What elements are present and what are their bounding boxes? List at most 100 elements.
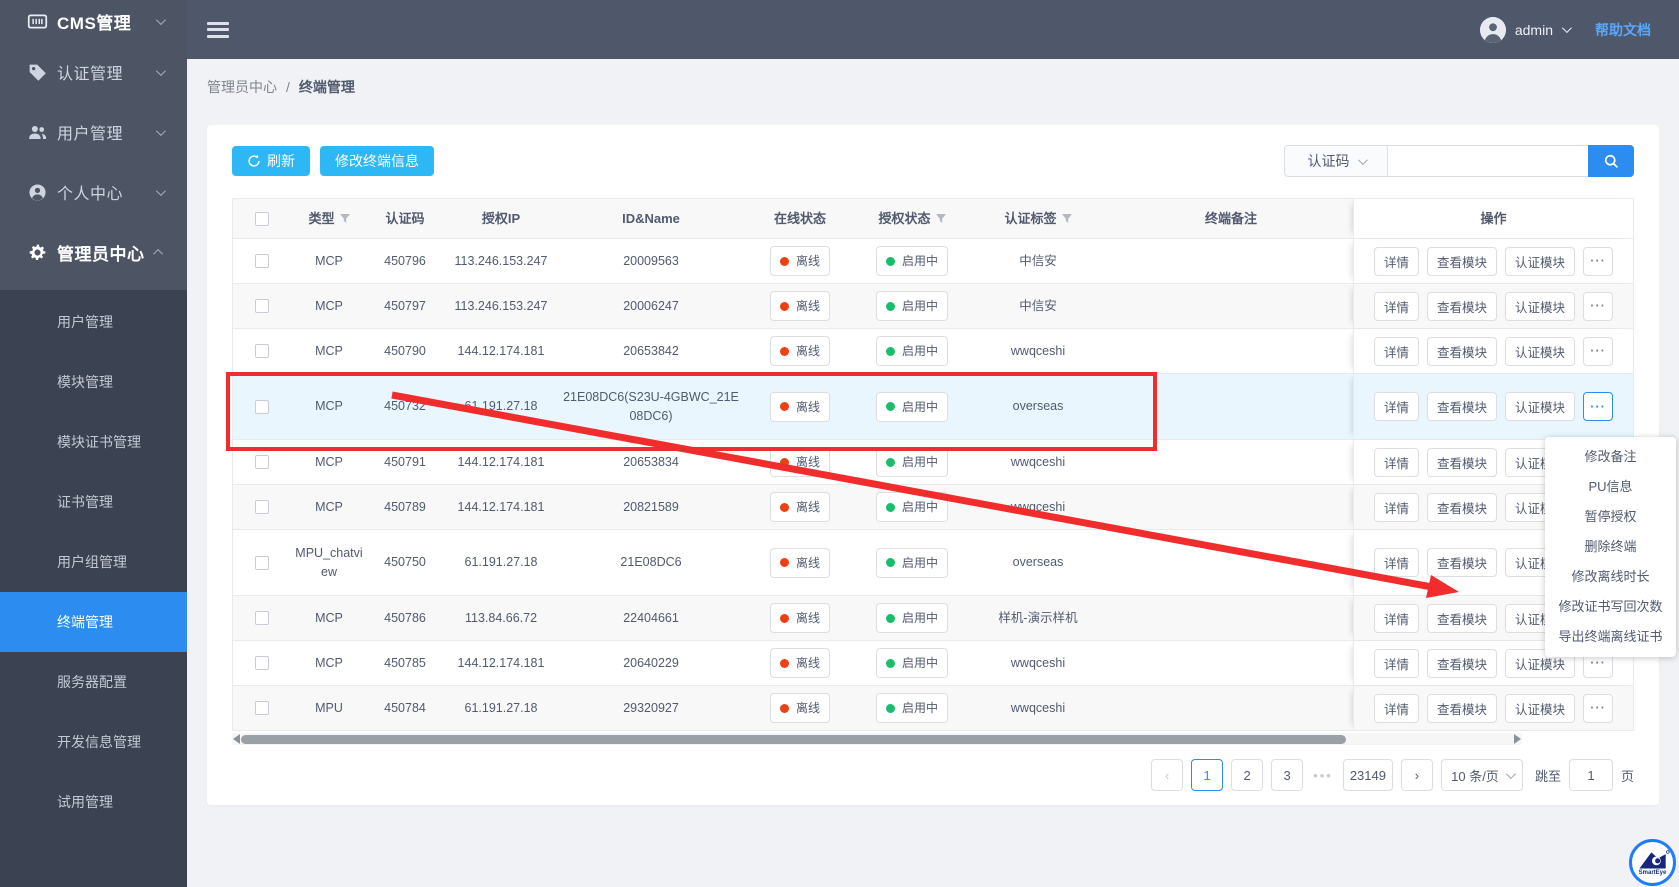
menu-item-edit-offline-duration[interactable]: 修改离线时长 [1545,562,1676,592]
row-checkbox[interactable] [255,555,269,570]
search-input[interactable] [1388,145,1588,177]
view-modules-button[interactable]: 查看模块 [1426,336,1497,366]
page-button-3[interactable]: 3 [1271,759,1304,791]
page-button-2[interactable]: 2 [1231,759,1264,791]
sidebar-subitem-dev-info-mgmt[interactable]: 开发信息管理 [0,712,187,772]
view-modules-button[interactable]: 查看模块 [1426,392,1497,421]
sidebar-item-auth-mgmt[interactable]: 认证管理 [0,42,187,102]
menu-item-delete-terminal[interactable]: 删除终端 [1545,532,1676,562]
more-actions-button[interactable]: ··· [1583,693,1614,723]
more-actions-button[interactable]: ··· [1583,246,1614,276]
sidebar-submenu: 用户管理 模块管理 模块证书管理 证书管理 用户组管理 终端管理 服务器配置 开… [0,290,187,887]
page-size-select[interactable]: 10 条/页 [1440,759,1523,791]
view-modules-button[interactable]: 查看模块 [1426,492,1497,522]
search-field-select[interactable]: 认证码 [1284,145,1388,177]
sidebar-subitem-usergroup-mgmt[interactable]: 用户组管理 [0,532,187,592]
scrollbar-thumb[interactable] [241,734,1346,744]
sidebar-item-admin-center[interactable]: 管理员中心 [0,222,187,282]
detail-button[interactable]: 详情 [1373,548,1419,577]
help-docs-link[interactable]: 帮助文档 [1595,20,1651,40]
smarteye-logo[interactable]: SmartEye [1629,839,1676,886]
breadcrumb-parent[interactable]: 管理员中心 [207,77,277,97]
menu-item-pu-info[interactable]: PU信息 [1545,472,1676,502]
filter-icon[interactable] [1061,213,1072,224]
filter-icon[interactable] [935,213,946,224]
row-checkbox[interactable] [255,344,269,358]
detail-button[interactable]: 详情 [1373,246,1419,276]
scroll-left-arrow-icon[interactable] [233,734,240,744]
row-checkbox[interactable] [255,500,269,514]
view-modules-button[interactable]: 查看模块 [1426,648,1497,678]
auth-modules-button[interactable]: 认证模块 [1505,693,1576,723]
menu-item-export-offline-cert[interactable]: 导出终端离线证书 [1545,622,1676,652]
auth-modules-button[interactable]: 认证模块 [1505,246,1576,276]
pagination: ‹ 1 2 3 ••• 23149 › 10 条/页 跳至 页 [232,759,1634,791]
app-title: CMS管理 [57,13,132,33]
row-checkbox[interactable] [255,399,269,414]
detail-button[interactable]: 详情 [1373,447,1419,477]
detail-button[interactable]: 详情 [1373,648,1419,678]
scroll-right-arrow-icon[interactable] [1514,734,1521,744]
view-modules-button[interactable]: 查看模块 [1426,693,1497,723]
sidebar-subitem-module-cert-mgmt[interactable]: 模块证书管理 [0,412,187,472]
gear-icon [27,242,48,263]
auth-modules-button[interactable]: 认证模块 [1505,336,1576,366]
sidebar-subitem-server-config[interactable]: 服务器配置 [0,652,187,712]
row-checkbox[interactable] [255,254,269,268]
more-actions-button[interactable]: ··· [1583,291,1614,321]
menu-item-suspend-auth[interactable]: 暂停授权 [1545,502,1676,532]
edit-terminal-info-button[interactable]: 修改终端信息 [320,146,434,176]
row-checkbox[interactable] [255,656,269,670]
sidebar-item-user-mgmt[interactable]: 用户管理 [0,102,187,162]
detail-button[interactable]: 详情 [1373,693,1419,723]
barcode-icon [27,11,48,32]
row-checkbox[interactable] [255,611,269,625]
menu-item-edit-remark[interactable]: 修改备注 [1545,442,1676,472]
detail-button[interactable]: 详情 [1373,492,1419,522]
view-modules-button[interactable]: 查看模块 [1426,603,1497,633]
page-ellipsis[interactable]: ••• [1311,768,1335,783]
detail-button[interactable]: 详情 [1373,392,1419,421]
sidebar-subitem-terminal-mgmt[interactable]: 终端管理 [0,592,187,652]
detail-button[interactable]: 详情 [1373,336,1419,366]
offline-dot [779,658,789,668]
menu-item-edit-cert-writeback-count[interactable]: 修改证书写回次数 [1545,592,1676,622]
row-checkbox[interactable] [255,455,269,469]
row-checkbox[interactable] [255,299,269,313]
auth-modules-button[interactable]: 认证模块 [1505,392,1576,421]
sidebar-subitem-trial-mgmt[interactable]: 试用管理 [0,772,187,832]
view-modules-button[interactable]: 查看模块 [1426,548,1497,577]
chevron-up-icon [153,248,164,259]
horizontal-scrollbar[interactable] [232,733,1522,745]
table-row: MCP 450789 144.12.174.181 20821589 离线 启用… [233,485,1633,530]
last-page-button[interactable]: 23149 [1342,759,1393,791]
search-button[interactable] [1588,145,1634,177]
user-menu[interactable]: admin [1479,16,1572,43]
detail-button[interactable]: 详情 [1373,603,1419,633]
refresh-button[interactable]: 刷新 [232,146,310,176]
view-modules-button[interactable]: 查看模块 [1426,246,1497,276]
menu-toggle-icon[interactable] [207,21,229,38]
app-logo[interactable]: CMS管理 [0,0,187,42]
more-actions-button-open[interactable]: ··· [1583,392,1614,421]
page-button-1[interactable]: 1 [1191,759,1224,791]
enabled-dot [885,256,895,266]
select-all-checkbox[interactable] [255,211,269,226]
enabled-dot [885,502,895,512]
sidebar-subitem-user-mgmt[interactable]: 用户管理 [0,292,187,352]
filter-icon[interactable] [339,213,350,224]
row-checkbox[interactable] [255,701,269,715]
jump-page-input[interactable] [1568,759,1613,791]
sidebar-item-personal-center[interactable]: 个人中心 [0,162,187,222]
breadcrumb-separator: / [286,79,290,95]
more-actions-button[interactable]: ··· [1583,336,1614,366]
sidebar-subitem-module-mgmt[interactable]: 模块管理 [0,352,187,412]
auth-modules-button[interactable]: 认证模块 [1505,291,1576,321]
view-modules-button[interactable]: 查看模块 [1426,291,1497,321]
prev-page-button[interactable]: ‹ [1151,759,1184,791]
sidebar-subitem-cert-mgmt[interactable]: 证书管理 [0,472,187,532]
next-page-button[interactable]: › [1400,759,1433,791]
table-row: MCP 450791 144.12.174.181 20653834 离线 启用… [233,440,1633,485]
detail-button[interactable]: 详情 [1373,291,1419,321]
view-modules-button[interactable]: 查看模块 [1426,447,1497,477]
